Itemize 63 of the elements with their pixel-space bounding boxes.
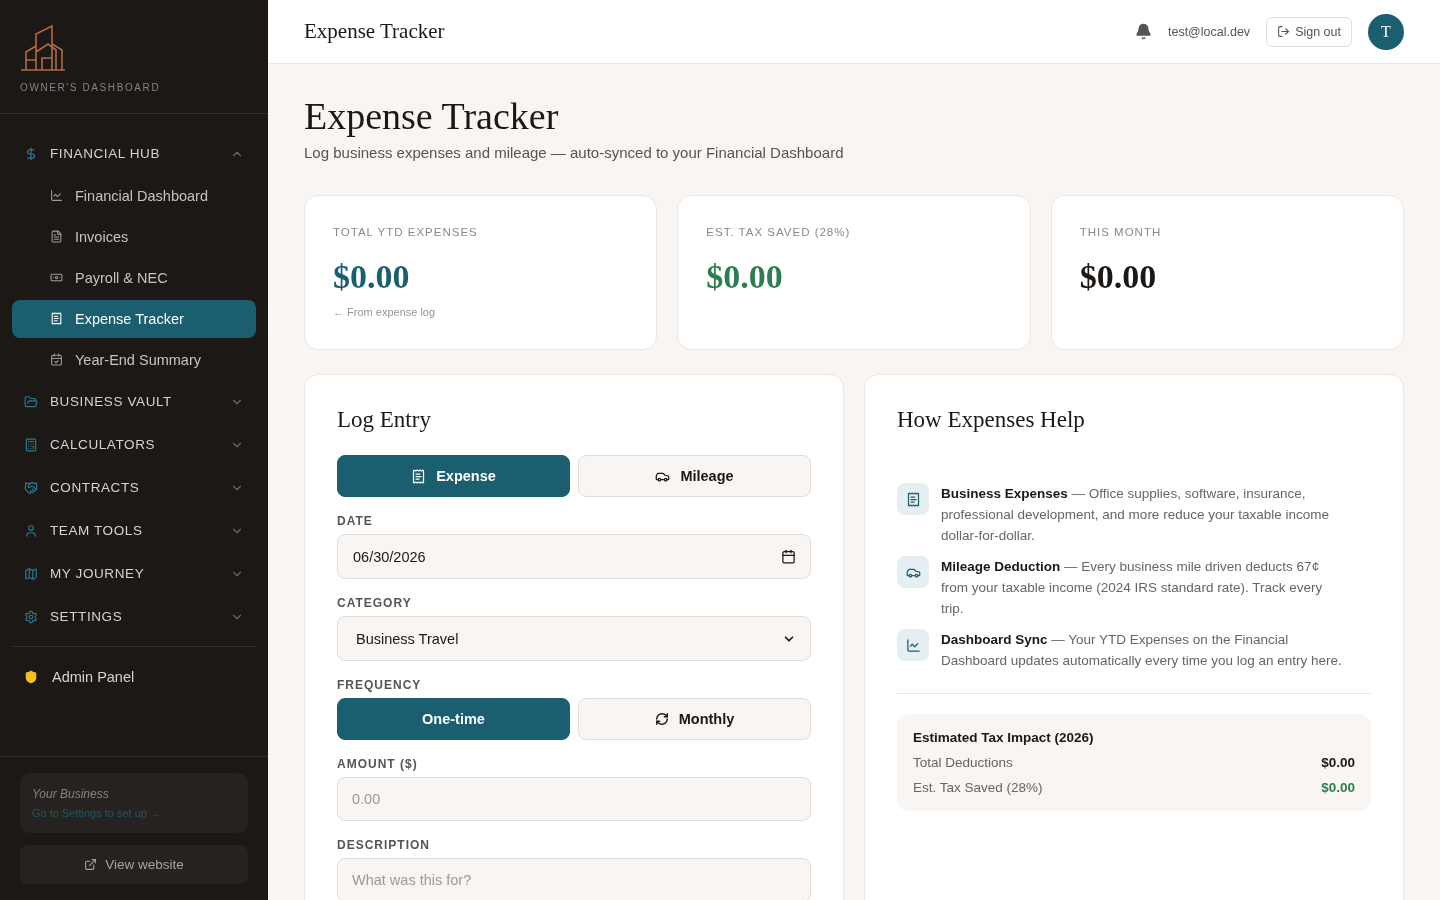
impact-value: $0.00 [1321,755,1355,770]
impact-title: Estimated Tax Impact (2026) [913,730,1095,745]
nav-item[interactable]: Invoices [12,217,256,256]
field-label: FREQUENCY [337,678,423,692]
stat-note: ← From expense log [333,306,437,318]
description-field[interactable]: What was this for? [337,858,811,900]
amount-field[interactable]: 0.00 [337,777,811,821]
nav-item[interactable]: Financial Dashboard [12,176,256,215]
nav-group[interactable]: FINANCIAL HUB [12,132,256,175]
frequency-toggle[interactable]: Monthly [578,698,811,740]
nav-group[interactable]: BUSINESS VAULT [12,380,256,423]
page-title: Expense Tracker [304,94,560,138]
entry-type-toggle[interactable]: Mileage [578,455,811,497]
receipt-icon [897,483,929,515]
chart-icon [897,629,929,661]
panel-title: How Expenses Help [897,407,1086,433]
admin-link[interactable]: Admin Panel [12,657,256,697]
bell-icon[interactable] [1134,23,1152,40]
nav-group[interactable]: CONTRACTS [12,466,256,509]
help-text: Dashboard Sync — Your YTD Expenses on the Financial Dashboard updates automatically every time you log an entry here. [941,631,1343,670]
help-text: Mileage Deduction — Every business mile driven deducts 67¢ from your taxable income (2024 IRS standard rate). Track every trip. [941,558,1324,618]
stat-value: $0.00 [706,258,784,296]
impact-label: Total Deductions [913,755,1013,770]
sign-out-button[interactable]: Sign out [1266,16,1352,47]
nav-group[interactable]: MY JOURNEY [12,552,256,595]
panel-title: Log Entry [337,407,432,433]
nav-group[interactable]: TEAM TOOLS [12,509,256,552]
external-link-icon [84,858,98,871]
nav-item[interactable]: Payroll & NEC [12,258,256,297]
stat-value: $0.00 [1079,258,1158,296]
stat-label: TOTAL YTD EXPENSES [333,226,479,238]
user-email: test@local.dev [1167,24,1251,39]
stat-label: EST. TAX SAVED (28%) [706,226,852,238]
nav-item[interactable]: Expense Tracker [12,299,256,338]
refresh-icon [654,712,669,726]
business-title: Your Business [32,787,110,801]
view-website-button[interactable]: View website [20,845,248,884]
nav-item[interactable]: Year-End Summary [12,340,256,379]
field-label: CATEGORY [337,596,413,610]
page-subtitle: Log business expenses and mileage — auto-synced to your Financial Dashboard [304,144,845,161]
field-label: AMOUNT ($) [337,757,419,771]
avatar[interactable]: T [1368,13,1404,50]
page-header-title: Expense Tracker [304,19,446,44]
category-select[interactable]: Business Travel [337,616,811,661]
stat-value: $0.00 [333,258,411,296]
receipt-icon [411,468,427,484]
shield-icon [24,670,38,684]
field-label: DATE [337,514,374,528]
date-field[interactable]: 06/30/2026 [337,534,811,579]
calendar-icon [781,549,796,564]
stat-label: THIS MONTH [1079,226,1163,238]
entry-type-toggle[interactable]: Expense [337,455,570,497]
sign-out-icon [1277,25,1291,38]
building-logo [20,24,66,72]
field-label: DESCRIPTION [337,838,431,852]
brand-name: OWNER'S DASHBOARD [20,82,162,93]
car-icon [897,556,929,588]
nav-group[interactable]: SETTINGS [12,595,256,638]
help-text: Business Expenses — Office supplies, software, insurance, professional development, and more reduce your taxable income dollar-for-dollar. [941,485,1330,545]
frequency-toggle[interactable]: One-time [337,698,570,740]
nav-group[interactable]: CALCULATORS [12,423,256,466]
impact-value: $0.00 [1321,780,1355,795]
impact-label: Est. Tax Saved (28%) [913,780,1043,795]
